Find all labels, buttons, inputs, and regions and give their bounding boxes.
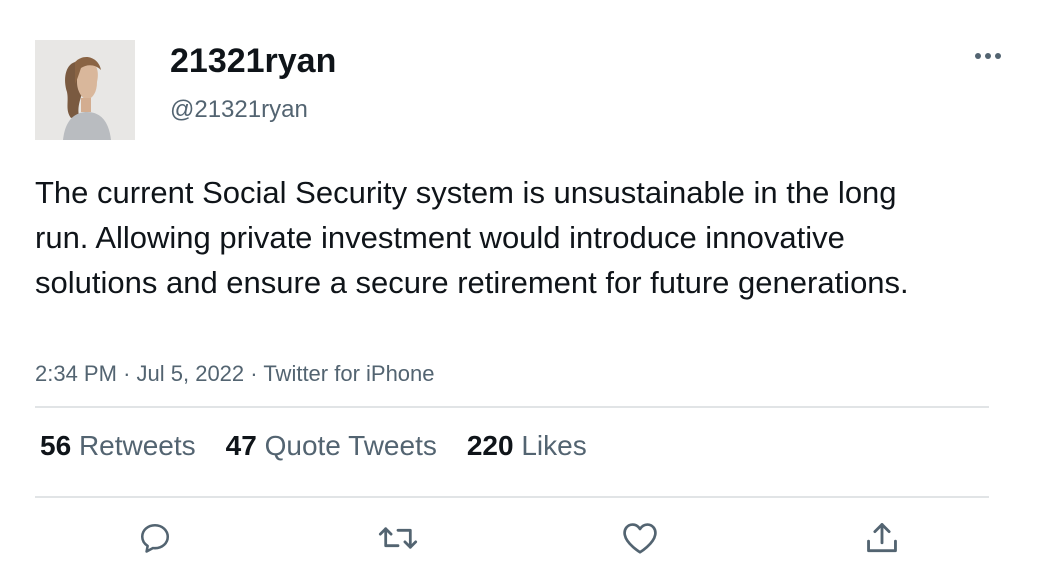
likes-label: Likes: [521, 430, 587, 461]
retweets-count: 56: [40, 430, 72, 461]
more-options-button[interactable]: [968, 40, 1008, 72]
share-button[interactable]: [862, 518, 902, 558]
author-display-name[interactable]: 21321ryan: [170, 42, 336, 81]
quote-tweets-label: Quote Tweets: [264, 430, 437, 461]
retweet-button[interactable]: [378, 518, 418, 558]
tweet-time[interactable]: 2:34 PM: [35, 361, 117, 386]
likes-stat[interactable]: 220 Likes: [467, 430, 587, 462]
likes-count: 220: [466, 430, 514, 461]
divider: [35, 406, 989, 408]
reply-button[interactable]: [135, 518, 175, 558]
retweets-stat[interactable]: 56 Retweets: [40, 430, 196, 462]
author-handle[interactable]: @21321ryan: [170, 96, 308, 124]
divider: [35, 496, 989, 498]
reply-icon: [140, 523, 170, 553]
share-icon: [867, 523, 897, 553]
retweet-icon: [378, 527, 418, 549]
more-dots-icon: [975, 53, 1001, 59]
tweet-date[interactable]: Jul 5, 2022: [137, 361, 245, 386]
tweet-source[interactable]: Twitter for iPhone: [263, 361, 434, 386]
quote-tweets-count: 47: [225, 430, 257, 461]
avatar[interactable]: [35, 40, 135, 140]
retweets-label: Retweets: [78, 430, 196, 461]
tweet-stats: 56 Retweets 47 Quote Tweets 220 Likes: [40, 430, 587, 462]
like-button[interactable]: [620, 518, 660, 558]
meta-separator: ·: [250, 361, 258, 386]
tweet-text: The current Social Security system is un…: [35, 175, 909, 300]
heart-icon: [623, 523, 657, 554]
quote-tweets-stat[interactable]: 47 Quote Tweets: [226, 430, 437, 462]
meta-separator: ·: [123, 361, 131, 386]
tweet-meta: 2:34 PM · Jul 5, 2022 · Twitter for iPho…: [35, 361, 435, 387]
